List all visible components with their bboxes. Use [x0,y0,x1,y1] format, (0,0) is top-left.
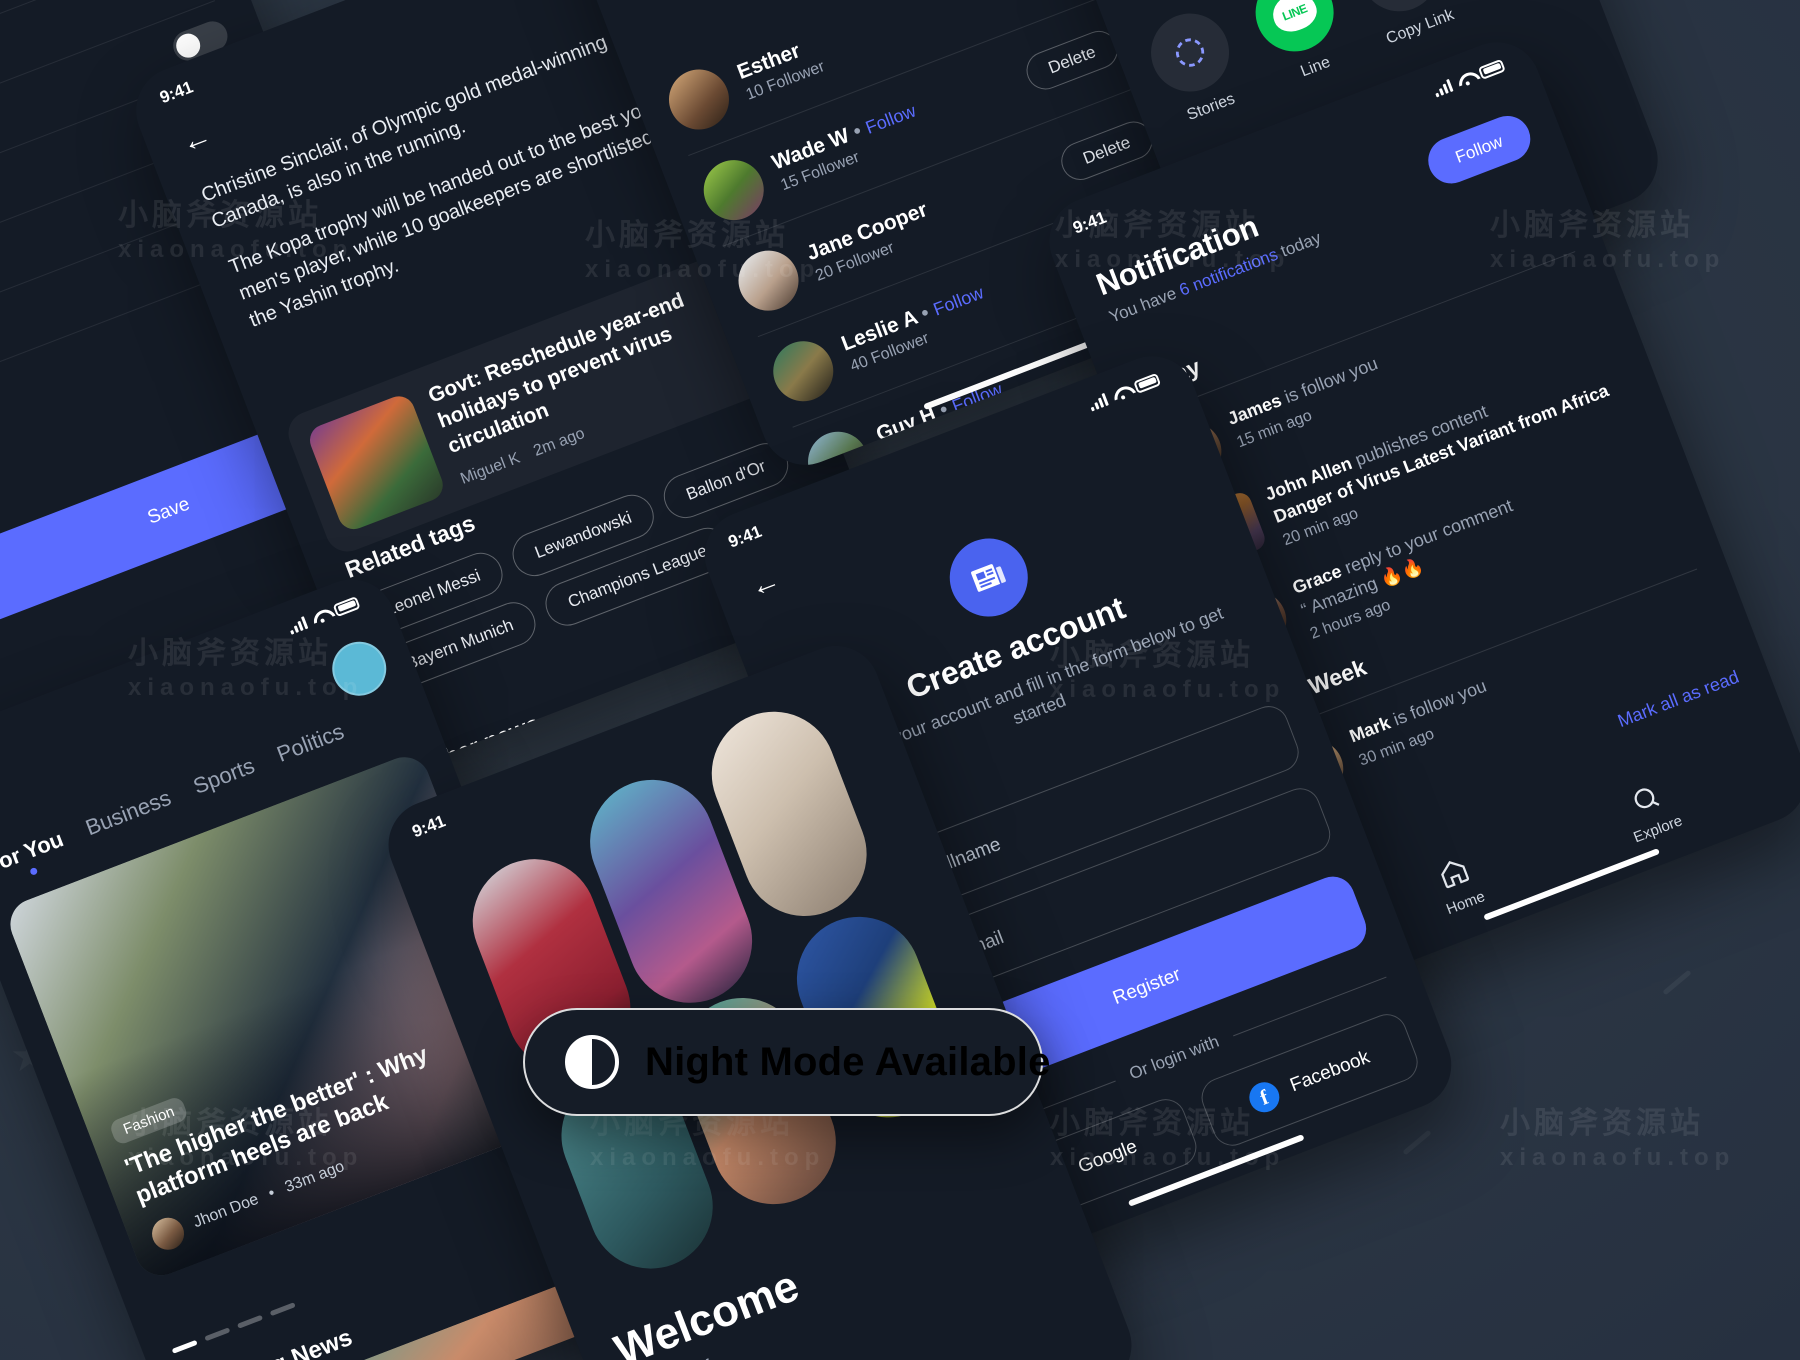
share-option-label: Stories [1184,90,1238,125]
battery-icon [1133,372,1162,394]
signal-icon [1087,392,1109,412]
signal-icon [1432,78,1454,98]
save-button-label: Save [144,493,193,529]
battery-icon [332,595,361,617]
wifi-icon [1455,70,1476,88]
hamburger-icon[interactable] [0,795,3,831]
arrow-left-icon[interactable]: ← [177,118,217,160]
status-icons [1087,372,1162,412]
wifi-icon [1111,384,1132,402]
share-option-label: Line [1298,53,1333,81]
stories-icon [1139,2,1241,103]
news-app-icon [938,527,1040,628]
divider-label: Or login with [1126,1031,1222,1084]
half-circle-contrast-icon [565,1035,619,1089]
avatar [694,151,773,229]
wifi-icon [310,607,331,625]
share-option-stories[interactable]: Stories [1139,2,1251,130]
home-icon [1441,860,1470,889]
search-icon [1634,788,1660,809]
follow-button-label: Follow [1452,131,1506,167]
delete-button[interactable]: Delete [986,0,1089,5]
share-option-copy-link[interactable]: Copy Link [1348,0,1460,50]
register-button-label: Register [1110,964,1184,1010]
article-thumbnail [305,391,448,534]
share-option-other[interactable]: ••• Other [1453,0,1564,10]
tab-explore[interactable]: Explore [1617,776,1685,846]
avatar [729,241,808,320]
profile-avatar[interactable] [324,633,395,704]
signal-icon [287,615,309,635]
tab-label: Home [1443,888,1488,919]
facebook-login-label: Facebook [1287,1046,1373,1097]
status-time: 9:41 [725,521,765,552]
status-time: 9:41 [1070,207,1109,238]
arrow-left-icon[interactable]: ← [745,563,785,605]
tab-home[interactable]: Home [1430,852,1488,919]
status-icons [1432,58,1506,98]
night-mode-label: Night Mode Available [645,1039,1051,1084]
night-mode-badge[interactable]: Night Mode Available [523,1008,1050,1116]
avatar [764,332,843,410]
section-title-breaking: Breaking News [186,1324,357,1360]
status-icons [287,595,361,635]
google-login-label: Google [1075,1136,1141,1178]
avatar [660,60,738,139]
article-author: Miguel K [458,449,523,488]
facebook-icon: f [1244,1078,1284,1117]
delete-button[interactable]: Delete [1020,25,1124,96]
share-option-label: Other [1485,0,1564,10]
settings-toggle[interactable] [145,0,209,5]
share-option-label: Copy Link [1383,6,1457,48]
status-time: 9:41 [409,811,449,842]
battery-icon [1477,58,1506,80]
article-time: 2m ago [531,424,587,460]
share-option-line[interactable]: LINE Line [1244,0,1355,90]
status-time: 9:41 [157,77,196,108]
tab-for-you[interactable]: For You [0,826,67,879]
carousel-dots[interactable] [171,1302,296,1354]
follow-button[interactable]: Follow [1421,109,1538,191]
tab-sports[interactable]: Sports [190,753,259,800]
